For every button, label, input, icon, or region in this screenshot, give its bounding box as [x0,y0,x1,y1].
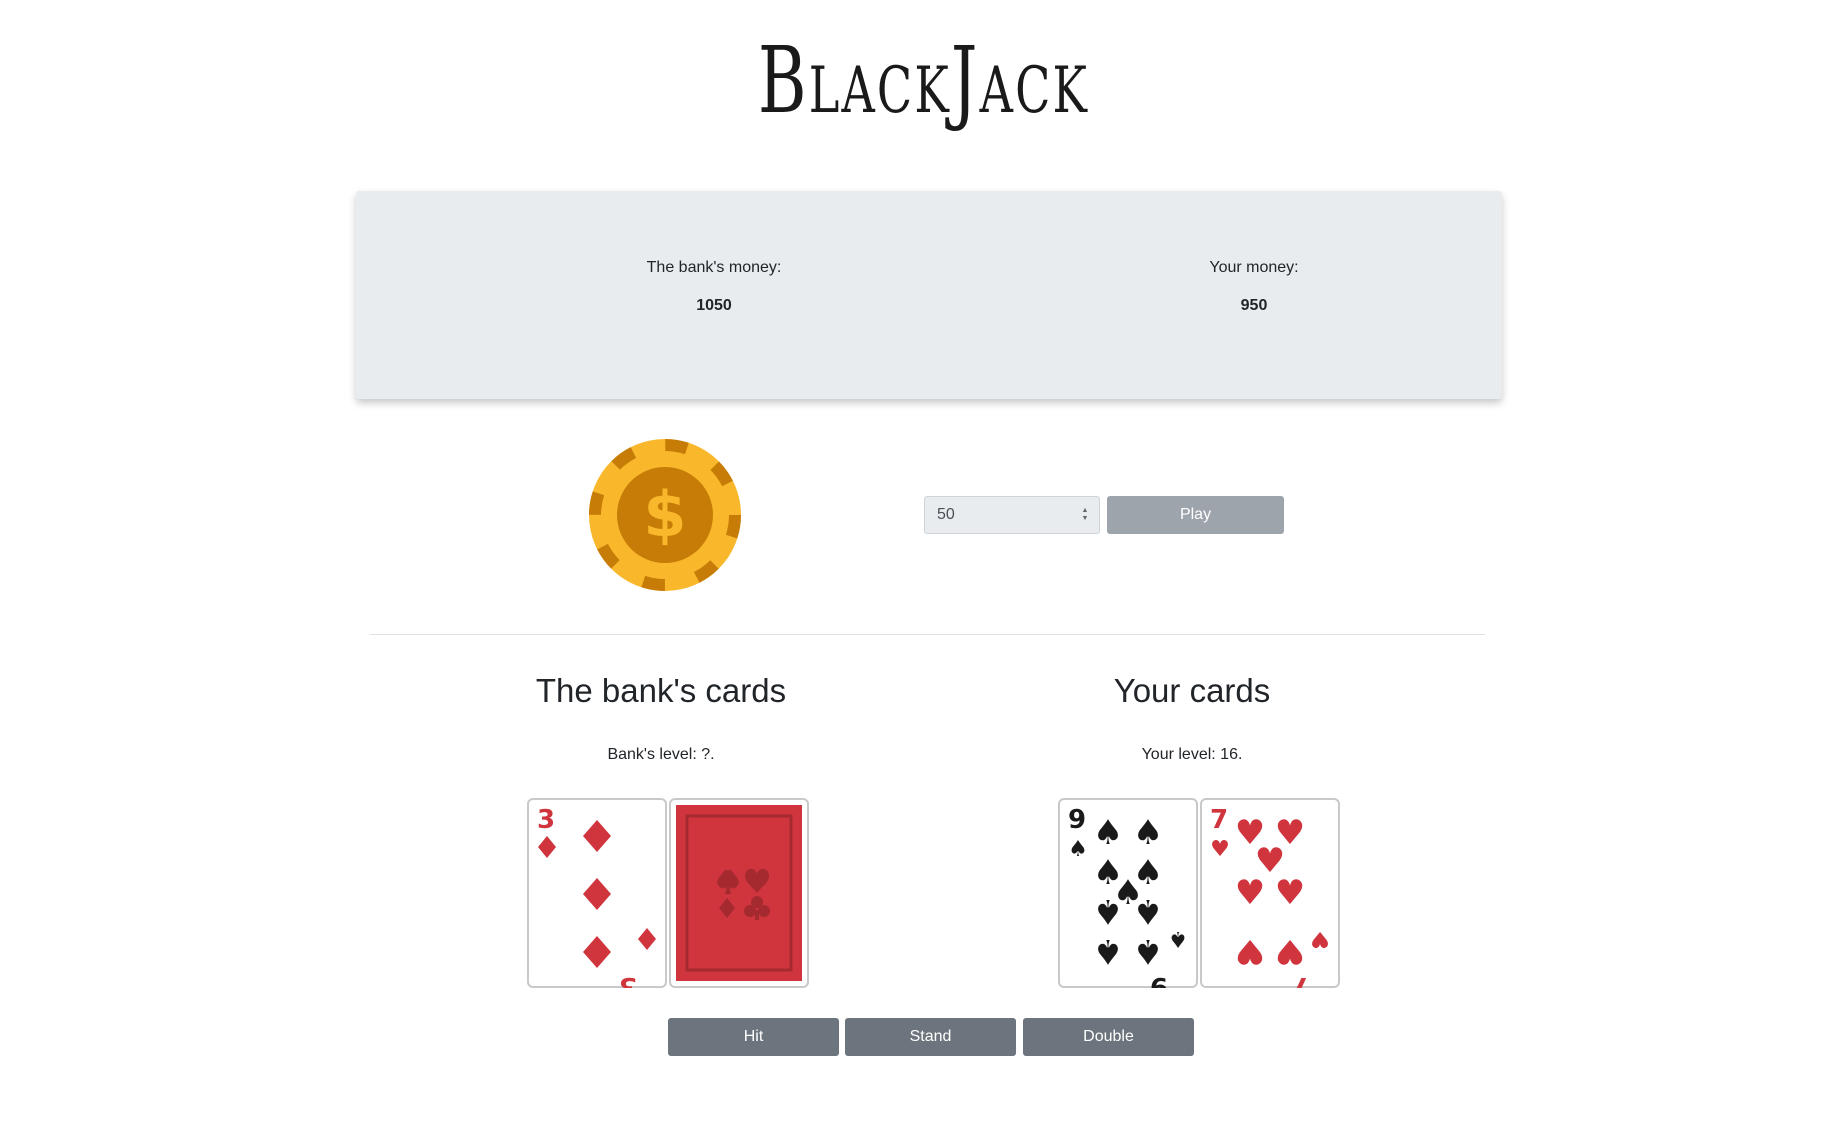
bank-card-3-diamonds: 3 3 [527,798,667,988]
player-card-9-spades: 9 ♠ ♠ ♠ ♠ ♠ ♠ ♠ ♠ ♠ ♠ ♠ 9 [1058,798,1198,988]
svg-text:♠: ♠ [1093,813,1123,853]
svg-text:♠: ♠ [1133,813,1163,853]
bet-amount-input[interactable]: 50 ▲ ▼ [924,496,1100,534]
bet-spinner-icon[interactable]: ▲ ▼ [1081,507,1089,523]
svg-text:$: $ [643,478,686,551]
bank-money-label: The bank's money: [646,259,782,276]
svg-text:♠: ♠ [1093,891,1123,931]
svg-text:♥: ♥ [1235,931,1265,971]
money-panel: The bank's money: 1050 Your money: 950 [356,191,1502,399]
card-rank-bottom: 7 [1292,971,1310,988]
svg-text:♥: ♥ [1235,873,1265,913]
card-rank: 7 [1210,805,1228,835]
svg-text:♠: ♠ [1133,931,1163,971]
svg-text:♠: ♠ [1168,926,1188,951]
player-cards-heading: Your cards [1113,672,1271,709]
casino-chip-icon: $ [589,439,741,591]
bank-money: The bank's money: 1050 [564,259,864,315]
svg-text:♥: ♥ [1275,931,1305,971]
player-money-value: 950 [1240,297,1268,314]
player-money: Your money: 950 [1104,259,1404,315]
bank-card-face-down [669,798,809,988]
card-rank: 3 [537,805,555,835]
bank-cards-heading: The bank's cards [535,672,787,709]
stand-button[interactable]: Stand [845,1018,1016,1056]
svg-text:♠: ♠ [1133,891,1163,931]
svg-text:♠: ♠ [1068,837,1088,862]
card-rank: 9 [1068,805,1086,835]
double-button[interactable]: Double [1023,1018,1194,1056]
player-level: Your level: 16. [1141,746,1243,763]
svg-text:♥: ♥ [1310,926,1330,951]
play-button[interactable]: Play [1107,496,1284,534]
divider [370,634,1485,635]
player-card-7-hearts: 7 ♥ ♥ ♥ ♥ ♥ ♥ ♥ ♥ ♥ 7 [1200,798,1340,988]
hit-button[interactable]: Hit [668,1018,839,1056]
card-rank-bottom: 9 [1150,971,1168,988]
bank-money-value: 1050 [696,297,732,314]
bank-level: Bank's level: ?. [607,746,715,763]
svg-text:♥: ♥ [1210,837,1230,862]
game-title: BlackJack [757,27,1090,134]
bet-amount-value: 50 [937,506,955,523]
svg-text:♠: ♠ [1093,931,1123,971]
card-rank-bottom: 3 [619,971,637,988]
player-money-label: Your money: [1209,259,1299,276]
svg-text:♥: ♥ [1275,873,1305,913]
